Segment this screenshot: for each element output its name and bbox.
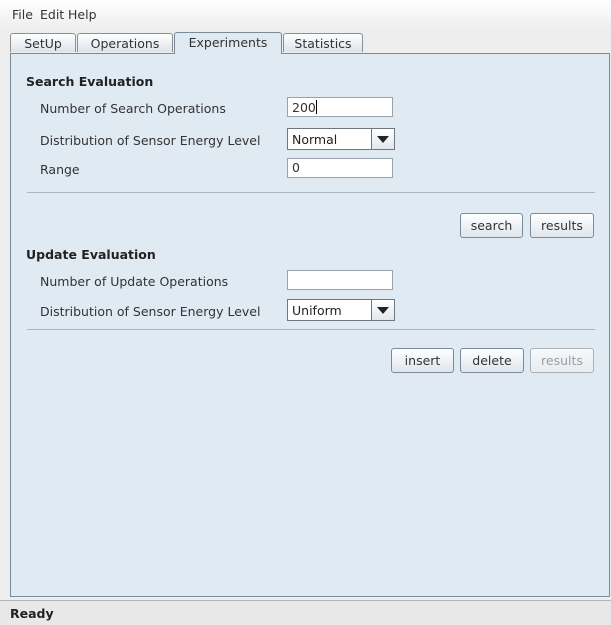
delete-button[interactable]: delete <box>460 348 524 373</box>
text-cursor <box>315 100 317 114</box>
update-distribution-select[interactable]: Uniform <box>287 299 395 321</box>
search-results-button[interactable]: results <box>530 213 594 238</box>
tab-experiments[interactable]: Experiments <box>174 32 282 54</box>
search-ops-input[interactable]: 200 <box>287 97 393 117</box>
chevron-down-icon[interactable] <box>371 300 394 320</box>
search-ops-label: Number of Search Operations <box>40 101 226 116</box>
menu-bar: File Edit Help <box>0 0 611 28</box>
chevron-down-icon[interactable] <box>371 129 394 149</box>
search-distribution-label: Distribution of Sensor Energy Level <box>40 133 261 148</box>
update-ops-label: Number of Update Operations <box>40 274 229 289</box>
update-distribution-label: Distribution of Sensor Energy Level <box>40 304 261 319</box>
separator <box>27 192 595 193</box>
menu-edit[interactable]: Edit <box>40 7 64 22</box>
tab-operations[interactable]: Operations <box>77 33 173 52</box>
update-results-button: results <box>530 348 594 373</box>
range-label: Range <box>40 162 80 177</box>
separator <box>27 329 595 330</box>
insert-button[interactable]: insert <box>391 348 454 373</box>
search-distribution-select[interactable]: Normal <box>287 128 395 150</box>
search-evaluation-title: Search Evaluation <box>26 74 154 89</box>
experiments-panel: Search Evaluation Number of Search Opera… <box>10 53 610 597</box>
tab-bar: SetUp Operations Experiments Statistics <box>0 31 611 54</box>
range-input[interactable]: 0 <box>287 158 393 178</box>
tab-statistics[interactable]: Statistics <box>283 33 363 52</box>
search-button[interactable]: search <box>460 213 523 238</box>
menu-file[interactable]: File <box>12 7 33 22</box>
search-distribution-value: Normal <box>292 132 338 147</box>
status-text: Ready <box>10 606 54 621</box>
menu-help[interactable]: Help <box>68 7 97 22</box>
update-evaluation-title: Update Evaluation <box>26 247 156 262</box>
search-ops-value: 200 <box>292 100 316 115</box>
range-value: 0 <box>292 160 300 175</box>
tab-setup[interactable]: SetUp <box>10 33 76 52</box>
update-ops-input[interactable] <box>287 270 393 290</box>
update-distribution-value: Uniform <box>292 303 342 318</box>
status-bar: Ready <box>0 600 611 625</box>
